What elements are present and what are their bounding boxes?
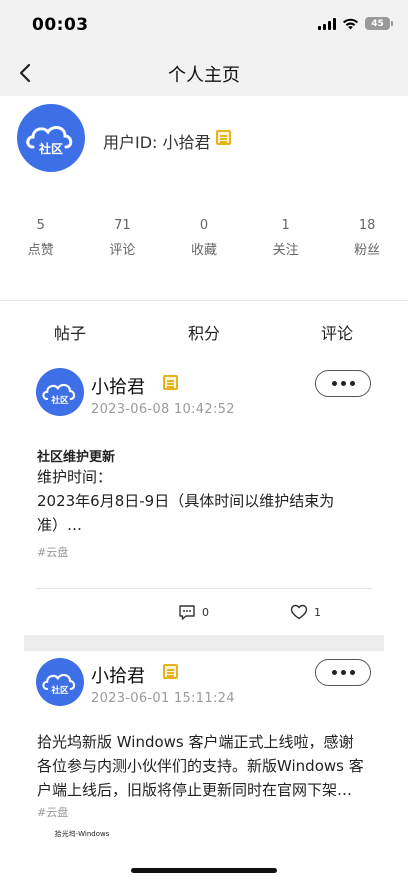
divider: [0, 300, 408, 301]
post-body-line: 维护时间：: [37, 468, 113, 486]
stat-label: 评论: [109, 243, 136, 258]
post-avatar[interactable]: 社区: [36, 658, 84, 706]
post-body-line: 户端上线后，旧版将停止更新同时在官网下架…: [37, 781, 353, 799]
badge-icon: [163, 664, 178, 679]
avatar-logo-text: 社区: [50, 684, 69, 695]
divider: [36, 588, 372, 589]
tab-bar: 帖子 积分 评论: [0, 320, 408, 348]
dot: [340, 670, 346, 675]
avatar-logo-text: 社区: [38, 141, 63, 155]
dot: [349, 670, 355, 675]
comment-count: 0: [202, 606, 209, 619]
home-indicator: [131, 868, 277, 873]
post-body[interactable]: 拾光坞新版 Windows 客户端正式上线啦，感谢 各位参与内测小伙伴们的支持。…: [37, 730, 382, 802]
post-time: 2023-06-01 15:11:24: [91, 691, 235, 706]
stat-label: 点赞: [27, 243, 54, 258]
dot: [349, 381, 355, 386]
post-body[interactable]: 维护时间： 2023年6月8日-9日（具体时间以维护结束为 准）…: [37, 465, 373, 537]
battery-icon: 45: [365, 17, 393, 30]
post-separator: [24, 635, 384, 651]
tab-comments[interactable]: 评论: [321, 320, 353, 344]
stat-comments[interactable]: 71 评论: [82, 218, 164, 258]
tab-points[interactable]: 积分: [188, 320, 220, 344]
stat-value: 0: [199, 218, 209, 233]
post-tag[interactable]: #云盘: [37, 544, 68, 560]
stats-row: 5 点赞 71 评论 0 收藏 1 关注 18 粉丝: [0, 218, 408, 258]
cloud-logo-icon: 社区: [26, 126, 73, 155]
post-author[interactable]: 小拾君: [91, 662, 145, 688]
thumbnail-text: 拾光坞-Windows: [54, 830, 110, 838]
like-button[interactable]: 1: [290, 604, 321, 620]
stat-label: 收藏: [190, 243, 217, 258]
post-time: 2023-06-08 10:42:52: [91, 402, 235, 417]
status-bar: 00:03 45: [0, 0, 408, 50]
battery-level: 45: [371, 18, 384, 29]
status-icons: 45: [318, 17, 393, 30]
stat-value: 1: [281, 218, 290, 233]
like-count: 1: [314, 605, 321, 619]
post-body-line: 各位参与内测小伙伴们的支持。新版Windows 客: [37, 757, 364, 775]
nav-bar: 个人主页: [0, 50, 408, 96]
post-tag[interactable]: #云盘: [37, 804, 68, 820]
post-body-line: 拾光坞新版 Windows 客户端正式上线啦，感谢: [37, 733, 354, 751]
avatar[interactable]: 社区: [17, 104, 85, 172]
post-avatar[interactable]: 社区: [36, 368, 84, 416]
status-time: 00:03: [32, 15, 89, 35]
dot: [331, 381, 337, 386]
stat-value: 71: [114, 218, 131, 233]
stat-value: 18: [358, 218, 376, 233]
comment-button[interactable]: 0: [178, 604, 209, 621]
heart-icon: [290, 604, 308, 620]
stat-value: 5: [36, 218, 45, 233]
post-body-line: 2023年6月8日-9日（具体时间以维护结束为: [37, 492, 335, 510]
post-author[interactable]: 小拾君: [91, 373, 145, 399]
badge-icon: [216, 130, 231, 145]
stat-followers[interactable]: 18 粉丝: [326, 218, 408, 258]
post-title[interactable]: 社区维护更新: [37, 446, 115, 465]
more-options-button[interactable]: [315, 370, 371, 397]
profile-header: 社区 用户ID: 小拾君 5 点赞 71 评论 0 收藏 1 关注 18 粉丝: [0, 96, 408, 300]
avatar-logo-text: 社区: [50, 394, 69, 405]
stat-following[interactable]: 1 关注: [245, 218, 327, 258]
user-id-label: 用户ID: 小拾君: [103, 133, 211, 152]
post-body-line: 准）…: [37, 516, 83, 534]
post-thumbnail[interactable]: 拾光坞-Windows: [37, 830, 127, 852]
cloud-logo-icon: 社区: [42, 673, 76, 695]
dot: [340, 381, 346, 386]
comment-icon: [179, 605, 195, 620]
dot: [331, 670, 337, 675]
stat-favorites[interactable]: 0 收藏: [163, 218, 245, 258]
stat-label: 粉丝: [354, 243, 381, 258]
page-title: 个人主页: [168, 65, 240, 86]
stat-likes[interactable]: 5 点赞: [0, 218, 82, 258]
wifi-icon: [343, 18, 358, 30]
tab-posts[interactable]: 帖子: [54, 320, 86, 344]
more-options-button[interactable]: [315, 659, 371, 686]
cloud-logo-icon: 社区: [42, 383, 76, 405]
stat-label: 关注: [272, 243, 299, 258]
badge-icon: [163, 375, 178, 390]
signal-icon: [318, 17, 336, 30]
